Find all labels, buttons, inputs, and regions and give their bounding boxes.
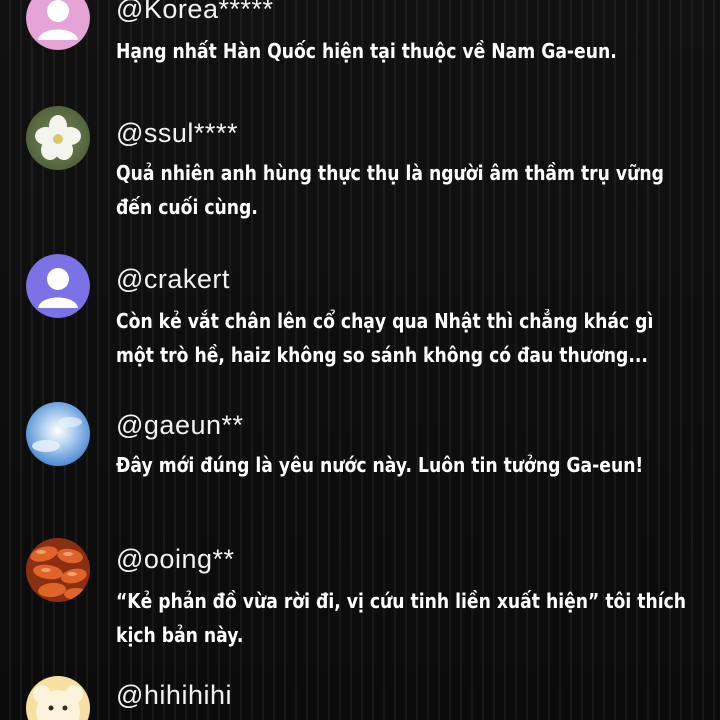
comment-username[interactable]: @ssul**** [116,118,238,149]
comment-text-line: kịch bản này. [116,623,244,647]
comment-text: Đây mới đúng là yêu nước này. Luôn tin t… [116,448,692,482]
avatar[interactable] [26,402,90,466]
comment-text-line: Còn kẻ vắt chân lên cổ chạy qua Nhật thì… [116,309,654,333]
avatar[interactable] [26,0,90,50]
comment-text-line: Đây mới đúng là yêu nước này. Luôn tin t… [116,453,644,477]
avatar[interactable] [26,538,90,602]
avatar[interactable] [26,254,90,318]
bear-icon [26,676,90,720]
comment-feed: @Korea***** Hạng nhất Hàn Quốc hiện tại … [0,0,720,720]
comment-username[interactable]: @Korea***** [116,0,274,25]
comment-username[interactable]: @hihihihi [116,680,232,711]
comment-username[interactable]: @ooing** [116,544,235,575]
avatar[interactable] [26,106,90,170]
default-user-icon [26,254,90,318]
default-user-icon [26,0,90,50]
comment-text-line: đến cuối cùng. [116,195,258,219]
comment-text: Hạng nhất Hàn Quốc hiện tại thuộc về Nam… [116,34,692,68]
food-icon [26,538,90,602]
sky-clouds-icon [26,402,90,466]
comment-text: Quả nhiên anh hùng thực thụ là người âm … [116,156,692,224]
comment-text-line: Hạng nhất Hàn Quốc hiện tại thuộc về Nam… [116,39,617,63]
avatar[interactable] [26,676,90,720]
comment-text: Còn kẻ vắt chân lên cổ chạy qua Nhật thì… [116,304,692,372]
comment-username[interactable]: @crakert [116,264,230,295]
comment-username[interactable]: @gaeun** [116,410,244,441]
comment-text: “Kẻ phản đồ vừa rời đi, vị cứu tinh liền… [116,584,692,652]
comment-text-line: một trò hề, haiz không so sánh không có … [116,343,648,367]
white-flower-icon [26,106,90,170]
comment-text-line: “Kẻ phản đồ vừa rời đi, vị cứu tinh liền… [116,589,687,613]
comment-text-line: Quả nhiên anh hùng thực thụ là người âm … [116,161,664,185]
